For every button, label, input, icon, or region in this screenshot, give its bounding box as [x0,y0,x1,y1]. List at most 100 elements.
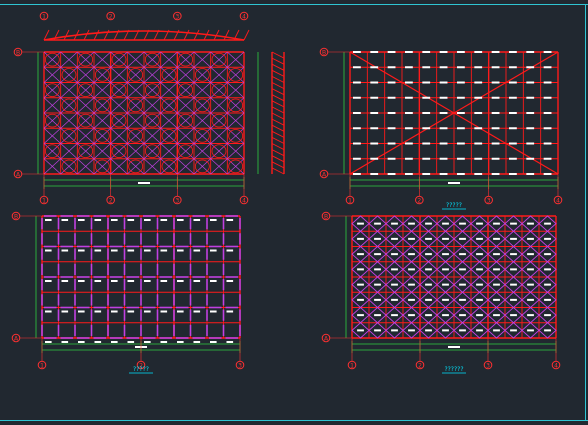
member-tag [127,219,135,221]
member-tag [370,112,379,114]
member-tag [370,81,379,84]
member-tag [374,237,381,240]
member-tag [439,96,448,99]
member-tag [405,173,413,175]
grid-bubble-col-top: 2 [106,11,115,21]
grid-bubble-label: 1 [348,197,352,204]
member-tag [177,341,184,343]
section-web [271,155,285,163]
member-tag [111,219,118,221]
member-tag [509,142,517,145]
member-tag [387,96,396,99]
member-tag [509,112,517,114]
roof-bracing-plan: 1 2 3 4 B A????? [319,47,563,210]
member-tag [61,219,69,221]
member-tag [78,280,85,282]
section-web [271,143,285,151]
member-tag [78,249,85,252]
member-tag [422,96,431,99]
member-tag [491,81,500,84]
cad-model-space[interactable]: 11223344BA1 2 3 4BA?????1 2 3BA?????1 2 3 4BA???… [0,0,588,425]
member-tag [425,283,432,286]
member-tag [61,341,69,343]
member-tag [425,314,432,317]
member-tag [177,310,184,313]
member-tag [160,341,168,343]
grid-bubble-col-bottom: 1 [345,195,355,204]
member-tag [370,66,379,69]
member-tag [459,314,466,317]
grid-bubble-col-bottom: 1 [347,360,357,370]
section-web [271,57,285,65]
member-tag [408,329,415,332]
member-tag [374,314,381,317]
member-tag [442,222,449,225]
member-tag [491,51,500,53]
grid-bubble-label: 4 [554,362,558,369]
member-tag [493,298,500,301]
section-web [271,82,285,90]
member-tag [357,253,364,256]
member-tag [442,329,449,332]
member-tag [357,268,364,271]
dimension-lines [343,52,559,189]
member-tag [160,280,168,282]
member-tag [357,237,364,240]
member-tag [509,173,517,175]
member-tag [439,81,448,84]
grid-bubble-label: 4 [242,13,246,20]
member-tag [491,96,500,99]
member-tag [370,173,379,175]
grid-bubble-col-bottom: 3 [484,195,493,204]
grid-bubble-label: 2 [418,362,422,369]
member-tag [543,51,552,53]
member-tag [353,81,361,84]
member-tag [439,173,448,175]
member-tag [543,66,552,69]
member-tag [177,219,184,221]
member-tag [425,222,432,225]
grid-bubble-label: 1 [350,362,354,369]
member-tag [357,222,364,225]
member-tag [509,157,517,160]
member-tag [387,112,396,114]
section-web [271,136,285,144]
member-tag [491,112,500,114]
member-tag [226,280,234,282]
section-web [271,100,285,108]
member-tag [439,142,448,145]
member-tag [544,329,551,332]
member-tag [374,268,381,271]
member-tag [111,310,118,313]
member-tag [391,222,398,225]
member-tag [474,96,483,99]
grid-bubble-col-bottom: 3 [235,360,245,370]
section-web [271,112,285,120]
member-tag [491,157,500,160]
section-web [271,69,285,77]
member-tag [442,314,449,317]
member-tag [457,157,465,160]
grid-bubble-label: 1 [42,197,46,204]
member-tag [509,127,517,130]
member-tag [544,237,551,240]
member-tag [474,51,483,53]
member-tag [408,283,415,286]
member-tag [493,253,500,256]
member-tag [94,249,102,252]
member-tag [526,112,535,114]
member-tag [61,310,69,313]
member-tag [425,253,432,256]
member-tag [78,341,85,343]
member-tag [425,298,432,301]
grid-bubble-col-top: 4 [239,11,249,21]
member-tag [543,96,552,99]
section-web [271,130,285,138]
dimension-text [448,346,460,348]
member-tag [45,249,52,252]
member-tag [45,310,52,313]
member-tag [78,310,85,313]
section-web [271,94,285,102]
member-tag [491,127,500,130]
member-tag [543,157,552,160]
